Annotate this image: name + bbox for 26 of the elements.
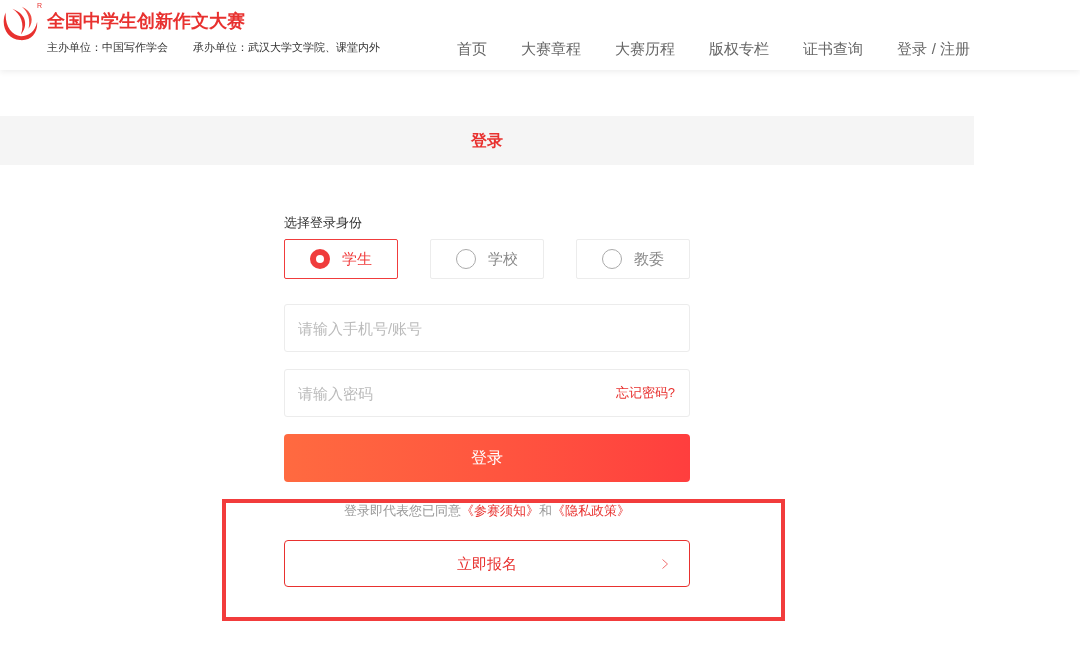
organizer-text: 主办单位：中国写作学会	[47, 40, 168, 54]
forgot-password-link[interactable]: 忘记密码?	[615, 385, 675, 401]
agreement-text: 登录即代表您已同意《参赛须知》和《隐私政策》	[343, 503, 631, 519]
role-radio-option[interactable]: 教委	[576, 239, 690, 279]
radio-icon	[456, 249, 476, 269]
nav-link[interactable]: 登录 / 注册	[897, 39, 970, 59]
page-title: 登录	[471, 130, 503, 151]
role-radio-option[interactable]: 学校	[430, 239, 544, 279]
account-input[interactable]: 请输入手机号/账号	[284, 304, 690, 352]
policy-link[interactable]: 《参赛须知》	[461, 503, 539, 518]
policy-link[interactable]: 《隐私政策》	[552, 503, 630, 518]
nav-link[interactable]: 证书查询	[803, 39, 864, 59]
nav-link[interactable]: 大赛章程	[521, 39, 582, 59]
nav-link[interactable]: 版权专栏	[709, 39, 770, 59]
role-radio-option[interactable]: 学生	[284, 239, 398, 279]
login-button[interactable]: 登录	[284, 434, 690, 482]
role-label: 选择登录身份	[284, 215, 363, 231]
site-title: 全国中学生创新作文大赛	[47, 10, 246, 33]
radio-icon	[602, 249, 622, 269]
chevron-right-icon	[662, 558, 668, 569]
flame-logo	[1, 4, 39, 42]
organizer-text: 承办单位：武汉大学文学院、课堂内外	[193, 40, 380, 54]
radio-selected-icon	[310, 249, 330, 269]
nav-link[interactable]: 大赛历程	[615, 39, 676, 59]
signup-button[interactable]: 立即报名	[284, 540, 690, 587]
nav-link[interactable]: 首页	[457, 39, 488, 59]
